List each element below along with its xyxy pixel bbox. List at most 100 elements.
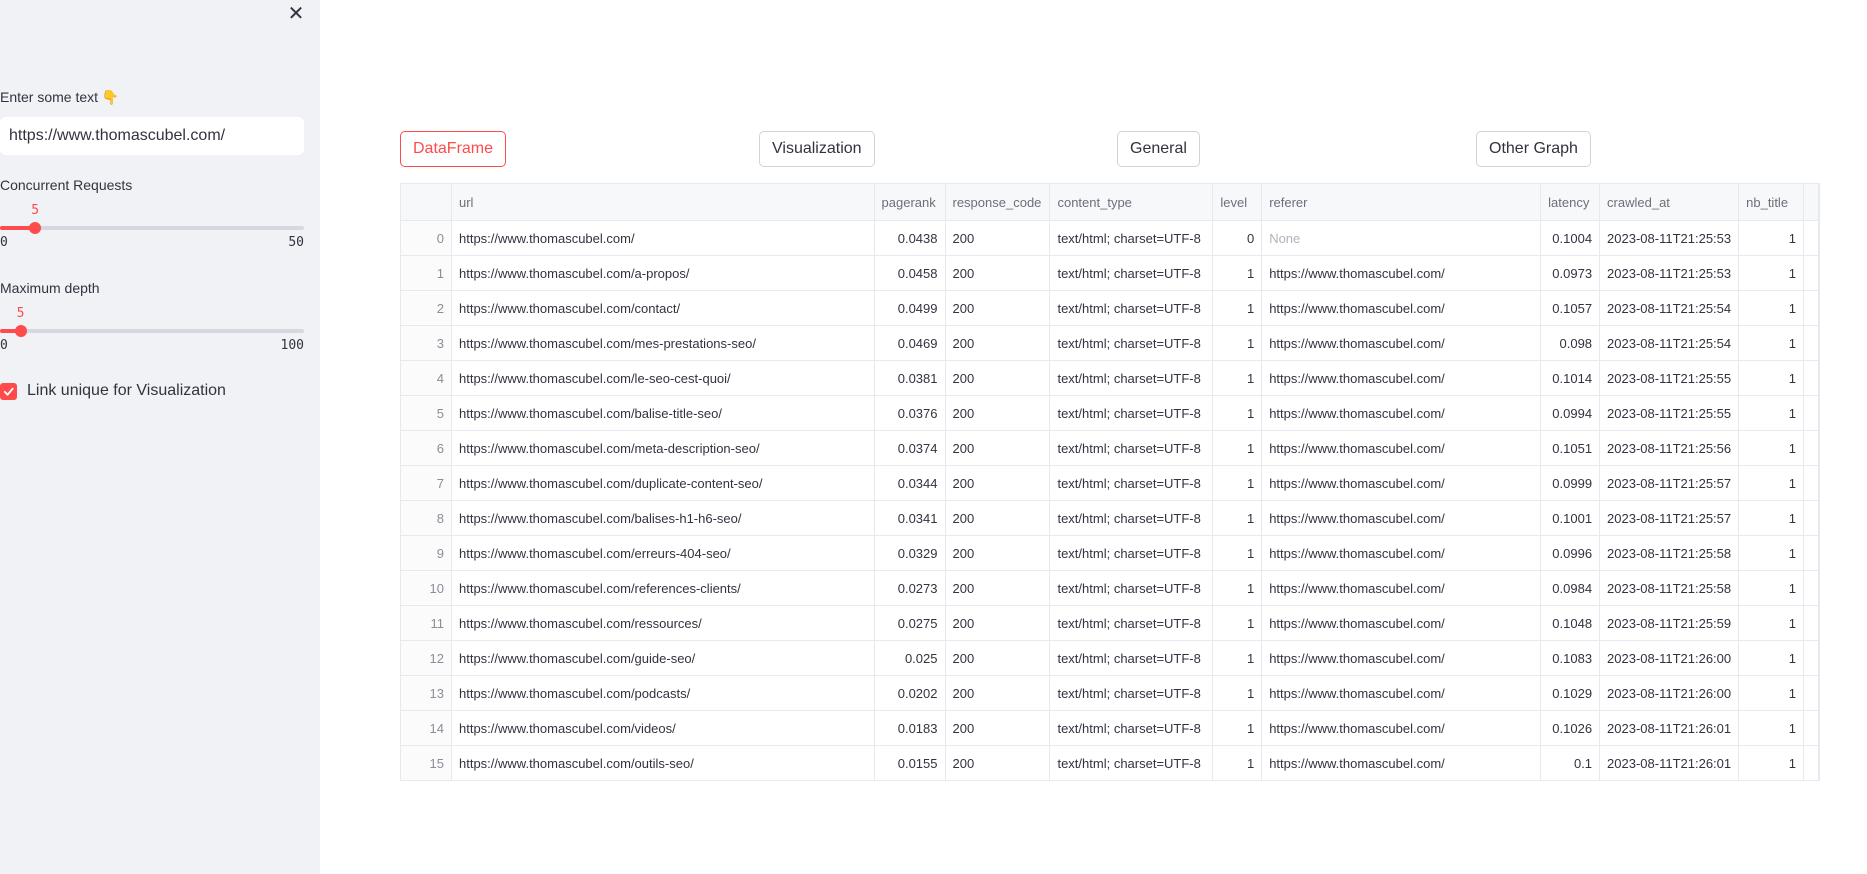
cell-latency[interactable]: 0.1057 bbox=[1540, 290, 1601, 326]
cell-response-code[interactable]: 200 bbox=[945, 395, 1051, 431]
cell-response-code[interactable]: 200 bbox=[945, 465, 1051, 501]
cell-nb-title[interactable]: 1 bbox=[1738, 465, 1804, 501]
cell-url[interactable]: https://www.thomascubel.com/videos/ bbox=[451, 710, 875, 746]
cell-pagerank[interactable]: 0.0469 bbox=[874, 325, 946, 361]
cell-url[interactable]: https://www.thomascubel.com/erreurs-404-… bbox=[451, 535, 875, 571]
column-header-response-code[interactable]: response_code bbox=[945, 184, 1051, 221]
cell-response-code[interactable]: 200 bbox=[945, 675, 1051, 711]
cell-pagerank[interactable]: 0.0341 bbox=[874, 500, 946, 536]
cell-response-code[interactable]: 200 bbox=[945, 430, 1051, 466]
cell-pagerank[interactable]: 0.0344 bbox=[874, 465, 946, 501]
table-row[interactable]: 12 https://www.thomascubel.com/guide-seo/… bbox=[401, 640, 1819, 676]
cell-crawled-at[interactable]: 2023-08-11T21:25:55 bbox=[1599, 395, 1740, 431]
cell-response-code[interactable]: 200 bbox=[945, 325, 1051, 361]
row-index[interactable]: 5 bbox=[401, 395, 452, 431]
cell-content-type[interactable]: text/html; charset=UTF-8 bbox=[1049, 745, 1214, 780]
cell-pagerank[interactable]: 0.0499 bbox=[874, 290, 946, 326]
concurrent-requests-slider[interactable]: 5 0 50 bbox=[0, 193, 304, 253]
cell-url[interactable]: https://www.thomascubel.com/balise-title… bbox=[451, 395, 875, 431]
row-index[interactable]: 13 bbox=[401, 675, 452, 711]
cell-latency[interactable]: 0.1001 bbox=[1540, 500, 1601, 536]
row-index[interactable]: 8 bbox=[401, 500, 452, 536]
row-index[interactable]: 3 bbox=[401, 325, 452, 361]
tab-other-graph[interactable]: Other Graph bbox=[1476, 131, 1591, 167]
cell-content-type[interactable]: text/html; charset=UTF-8 bbox=[1049, 710, 1214, 746]
cell-content-type[interactable]: text/html; charset=UTF-8 bbox=[1049, 290, 1214, 326]
cell-referer[interactable]: https://www.thomascubel.com/ bbox=[1261, 255, 1542, 291]
cell-latency[interactable]: 0.0984 bbox=[1540, 570, 1601, 606]
cell-referer[interactable]: https://www.thomascubel.com/ bbox=[1261, 535, 1542, 571]
cell-latency[interactable]: 0.0973 bbox=[1540, 255, 1601, 291]
cell-latency[interactable]: 0.1083 bbox=[1540, 640, 1601, 676]
cell-referer[interactable]: https://www.thomascubel.com/ bbox=[1261, 500, 1542, 536]
cell-response-code[interactable]: 200 bbox=[945, 290, 1051, 326]
cell-nb-title[interactable]: 1 bbox=[1738, 255, 1804, 291]
cell-nb-title[interactable]: 1 bbox=[1738, 500, 1804, 536]
cell-content-type[interactable]: text/html; charset=UTF-8 bbox=[1049, 500, 1214, 536]
table-row[interactable]: 2 https://www.thomascubel.com/contact/0.0… bbox=[401, 290, 1819, 326]
cell-response-code[interactable]: 200 bbox=[945, 570, 1051, 606]
column-header-latency[interactable]: latency bbox=[1540, 184, 1601, 221]
cell-level[interactable]: 0 bbox=[1212, 220, 1263, 256]
column-header-nb-title[interactable]: nb_title bbox=[1738, 184, 1804, 221]
cell-crawled-at[interactable]: 2023-08-11T21:25:55 bbox=[1599, 360, 1740, 396]
cell-url[interactable]: https://www.thomascubel.com/a-propos/ bbox=[451, 255, 875, 291]
cell-pagerank[interactable]: 0.0374 bbox=[874, 430, 946, 466]
cell-content-type[interactable]: text/html; charset=UTF-8 bbox=[1049, 395, 1214, 431]
cell-pagerank[interactable]: 0.0273 bbox=[874, 570, 946, 606]
table-row[interactable]: 6 https://www.thomascubel.com/meta-descri… bbox=[401, 430, 1819, 466]
cell-crawled-at[interactable]: 2023-08-11T21:25:53 bbox=[1599, 255, 1740, 291]
cell-content-type[interactable]: text/html; charset=UTF-8 bbox=[1049, 605, 1214, 641]
cell-url[interactable]: https://www.thomascubel.com/guide-seo/ bbox=[451, 640, 875, 676]
cell-nb-title[interactable]: 1 bbox=[1738, 710, 1804, 746]
cell-response-code[interactable]: 200 bbox=[945, 745, 1051, 780]
cell-latency[interactable]: 0.1 bbox=[1540, 745, 1601, 780]
cell-latency[interactable]: 0.098 bbox=[1540, 325, 1601, 361]
maximum-depth-slider[interactable]: 5 0 100 bbox=[0, 296, 304, 356]
cell-crawled-at[interactable]: 2023-08-11T21:25:58 bbox=[1599, 570, 1740, 606]
cell-level[interactable]: 1 bbox=[1212, 570, 1263, 606]
table-row[interactable]: 13 https://www.thomascubel.com/podcasts/0… bbox=[401, 675, 1819, 711]
column-header-content-type[interactable]: content_type bbox=[1049, 184, 1214, 221]
cell-content-type[interactable]: text/html; charset=UTF-8 bbox=[1049, 465, 1214, 501]
column-header-url[interactable]: url bbox=[451, 184, 875, 221]
cell-pagerank[interactable]: 0.0183 bbox=[874, 710, 946, 746]
cell-level[interactable]: 1 bbox=[1212, 325, 1263, 361]
cell-nb-title[interactable]: 1 bbox=[1738, 290, 1804, 326]
row-index[interactable]: 0 bbox=[401, 220, 452, 256]
cell-crawled-at[interactable]: 2023-08-11T21:26:00 bbox=[1599, 640, 1740, 676]
dataframe-table[interactable]: url pagerank response_code content_type … bbox=[400, 183, 1820, 781]
cell-latency[interactable]: 0.1026 bbox=[1540, 710, 1601, 746]
table-row[interactable]: 3 https://www.thomascubel.com/mes-prestat… bbox=[401, 325, 1819, 361]
column-header-crawled-at[interactable]: crawled_at bbox=[1599, 184, 1740, 221]
url-input[interactable] bbox=[0, 117, 304, 155]
cell-url[interactable]: https://www.thomascubel.com/outils-seo/ bbox=[451, 745, 875, 780]
table-row[interactable]: 9 https://www.thomascubel.com/erreurs-404… bbox=[401, 535, 1819, 571]
column-header-referer[interactable]: referer bbox=[1261, 184, 1542, 221]
row-index[interactable]: 6 bbox=[401, 430, 452, 466]
cell-referer[interactable]: https://www.thomascubel.com/ bbox=[1261, 395, 1542, 431]
cell-crawled-at[interactable]: 2023-08-11T21:25:56 bbox=[1599, 430, 1740, 466]
cell-latency[interactable]: 0.0996 bbox=[1540, 535, 1601, 571]
cell-level[interactable]: 1 bbox=[1212, 360, 1263, 396]
cell-pagerank[interactable]: 0.0155 bbox=[874, 745, 946, 780]
cell-pagerank[interactable]: 0.025 bbox=[874, 640, 946, 676]
cell-content-type[interactable]: text/html; charset=UTF-8 bbox=[1049, 535, 1214, 571]
cell-response-code[interactable]: 200 bbox=[945, 360, 1051, 396]
cell-url[interactable]: https://www.thomascubel.com/podcasts/ bbox=[451, 675, 875, 711]
row-index[interactable]: 1 bbox=[401, 255, 452, 291]
cell-url[interactable]: https://www.thomascubel.com/duplicate-co… bbox=[451, 465, 875, 501]
cell-nb-title[interactable]: 1 bbox=[1738, 745, 1804, 780]
table-row[interactable]: 15 https://www.thomascubel.com/outils-seo… bbox=[401, 745, 1819, 780]
cell-content-type[interactable]: text/html; charset=UTF-8 bbox=[1049, 255, 1214, 291]
cell-pagerank[interactable]: 0.0376 bbox=[874, 395, 946, 431]
cell-level[interactable]: 1 bbox=[1212, 675, 1263, 711]
cell-level[interactable]: 1 bbox=[1212, 605, 1263, 641]
cell-nb-title[interactable]: 1 bbox=[1738, 325, 1804, 361]
cell-content-type[interactable]: text/html; charset=UTF-8 bbox=[1049, 675, 1214, 711]
cell-level[interactable]: 1 bbox=[1212, 745, 1263, 780]
table-row[interactable]: 11 https://www.thomascubel.com/ressources… bbox=[401, 605, 1819, 641]
table-row[interactable]: 1 https://www.thomascubel.com/a-propos/0.… bbox=[401, 255, 1819, 291]
cell-response-code[interactable]: 200 bbox=[945, 500, 1051, 536]
cell-url[interactable]: https://www.thomascubel.com/ressources/ bbox=[451, 605, 875, 641]
